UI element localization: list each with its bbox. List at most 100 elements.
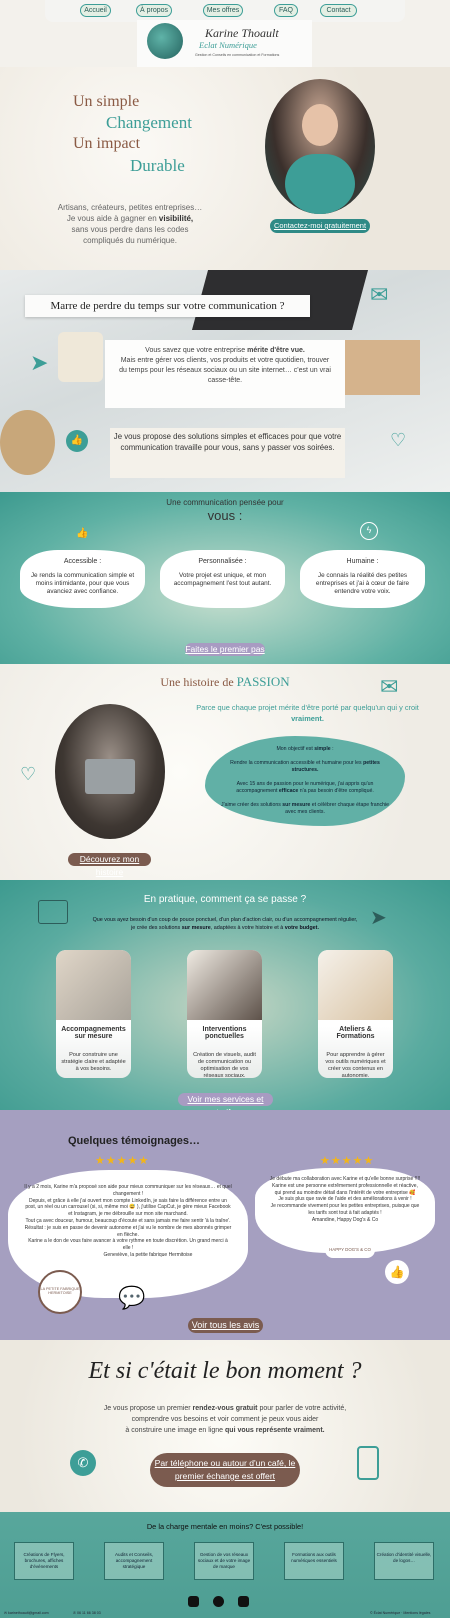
discover-story-button[interactable]: Découvrez mon histoire [68,853,151,877]
paper-plane-icon: ➤ [370,907,387,929]
petite-fabrique-logo: LA PETITE FABRIQUE HERMITOISE [38,1270,82,1314]
nav-faq[interactable]: FAQ [274,4,298,17]
nav-contact[interactable]: Contact [320,4,357,17]
story-text-blob: Mon objectif est simple : Rendre la comm… [205,736,405,826]
pain-point-text-bold: mérite d'être vue. [247,347,305,354]
hero-description: Artisans, créateurs, petites entreprises… [55,202,205,246]
hero-line-4: Durable [130,156,185,175]
hero-line-1: Un simple [73,93,140,110]
pain-point-text-a: Vous savez que votre entreprise [145,347,246,354]
hero-line-2: Changement [106,113,192,132]
footer-phone[interactable]: ✆ 06 11 66 38 03 [73,1611,101,1615]
contact-free-button[interactable]: Contactez-moi gratuitement [270,219,370,233]
story-title-b: PASSION [236,674,290,689]
footer-legal[interactable]: © Éclat Numérique · Mentions légales [370,1611,430,1615]
linkedin-icon[interactable] [238,1596,249,1607]
rating-stars-1: ★★★★★ [95,1155,150,1167]
service-card-text: Pour construire une stratégie claire et … [61,1052,126,1072]
pain-point-title: Marre de perdre du temps sur votre commu… [25,295,310,317]
service-card-title: Ateliers & Formations [336,1026,375,1040]
service-card-text: Création de visuels, audit de communicat… [193,1052,256,1078]
nav-accueil[interactable]: Accueil [80,4,111,17]
quality-card-personnalisee: Personnalisée : Votre projet est unique,… [160,550,285,608]
footer-offer-flyers[interactable]: Créations de Flyers, brochures, affiches… [14,1542,74,1580]
hero-desc-1: Artisans, créateurs, petites entreprises… [57,203,203,212]
hero-desc-3: sans vous perdre dans les codes compliqu… [71,225,189,245]
solution-text: Je vous propose des solutions simples et… [110,428,345,478]
logo-name: Karine Thoault [205,26,279,40]
hero-desc-2: Je vous aide à gagner en visibilité, [66,214,194,223]
footer-offer-formations[interactable]: Formations aux outils numériques essenti… [284,1542,344,1580]
portrait-face [302,104,338,146]
thumbs-up-icon: 👍 [385,1260,409,1284]
laptop-image [85,759,135,794]
happy-dogs-logo: HAPPY DOG'S & CO [325,1242,375,1258]
quality-card-title: Accessible : [63,558,102,565]
envelope-icon: ✉ [370,282,389,307]
qualities-intro: Une communication pensée pour [166,498,284,507]
facebook-icon[interactable] [213,1596,224,1607]
practice-intro: Que vous ayez besoin d'un coup de pouce … [92,917,358,931]
first-step-button[interactable]: Faites le premier pas [185,643,265,656]
hero-line-3: Un impact [73,135,141,152]
quality-card-text: Votre projet est unique, et mon accompag… [173,572,272,587]
nav-a-propos[interactable]: À propos [136,4,172,17]
story-section: Une histoire de PASSION ✉ Parce que chaq… [0,664,450,880]
pain-point-section: ✉ ➤ ♡ 👍 Marre de perdre du temps sur vot… [0,270,450,492]
cta-title: Et si c'était le bon moment ? [88,1358,362,1384]
all-reviews-button[interactable]: Voir tous les avis [188,1318,263,1333]
clips-image [58,332,103,382]
footer: De la charge mentale en moins? C'est pos… [0,1512,450,1618]
site-logo[interactable]: Karine Thoault Eclat Numérique Gestion e… [137,20,312,67]
top-navigation: Accueil À propos Mes offres FAQ Contact [45,0,405,22]
testimonials-section: Quelques témoignages… ★★★★★ ★★★★★ Il y a… [0,1110,450,1340]
story-subtitle: Parce que chaque projet mérite d'être po… [190,702,425,724]
testimonial-card-2: Je débute ma collaboration avec Karine e… [255,1168,435,1253]
story-subtitle-a: Parce que chaque projet mérite d'être po… [196,703,419,712]
nav-mes-offres[interactable]: Mes offres [203,4,243,17]
service-card-ateliers: Ateliers & Formations Pour apprendre à g… [318,950,393,1078]
phone-heart-icon: ♡ [20,764,37,784]
footer-offer-audits[interactable]: Audits et Conseils, accompagnement strat… [104,1542,164,1580]
service-card-text: Pour apprendre à gérer vos outils numéri… [325,1052,386,1078]
thumbs-up-icon: 👍 [76,528,89,539]
hero-section: Un simple Changement Un impact Durable A… [0,67,450,270]
footer-offer-identite[interactable]: Création d'identité visuelle, de logos… [374,1542,434,1580]
footer-email[interactable]: ✉ karinethoault@gmail.com [4,1611,49,1615]
thumbs-up-icon: 👍 [66,430,88,452]
phone-icon: ✆ [70,1450,96,1476]
service-card-title: Accompagnements sur mesure [61,1026,126,1040]
quality-card-text: Je connais la réalité des petites entrep… [315,572,410,595]
footer-title: De la charge mentale en moins? C'est pos… [146,1522,304,1531]
basket-image [0,410,55,475]
quality-card-title: Personnalisée : [198,558,247,565]
card-image [56,950,131,1020]
qualities-section: Une communication pensée pour vous : 👍 ϟ… [0,492,450,664]
testimonials-title: Quelques témoignages… [68,1135,201,1147]
card-image [318,950,393,1020]
portrait-photo [265,79,375,214]
rating-stars-2: ★★★★★ [320,1155,375,1167]
quality-card-humaine: Humaine : Je connais la réalité des peti… [300,550,425,608]
logo-subtitle: Eclat Numérique [199,40,257,50]
qualities-title: vous : [207,508,243,523]
smartphone-chat-icon [357,1446,379,1480]
portrait-shirt [285,154,355,214]
service-card-accompagnement: Accompagnements sur mesure Pour construi… [56,950,131,1078]
practice-section: En pratique, comment ça se passe ? Que v… [0,880,450,1117]
logo-tagline: Gestion et Conseils en communication et … [195,53,280,57]
envelope-icon: ✉ [380,674,399,699]
free-call-button[interactable]: Par téléphone ou autour d'un café, le pr… [150,1453,300,1487]
services-rates-button[interactable]: Voir mes services et tarifs [178,1093,273,1117]
instagram-icon[interactable] [188,1596,199,1607]
footer-offer-reseaux[interactable]: Gestion de vos réseaux sociaux et de vot… [194,1542,254,1580]
chat-bubble-icon: 💬 [118,1285,146,1310]
laptop-pen-icon [38,900,68,924]
card-image [187,950,262,1020]
pain-point-text-c: Mais entre gérer vos clients, vos produi… [119,357,331,384]
cta-text: Je vous propose un premier rendez-vous g… [103,1405,347,1434]
logo-mark-icon [147,23,183,59]
quality-card-accessible: Accessible : Je rends la communication s… [20,550,145,608]
quality-card-title: Humaine : [346,558,379,565]
quality-card-text: Je rends la communication simple et moin… [30,572,135,595]
